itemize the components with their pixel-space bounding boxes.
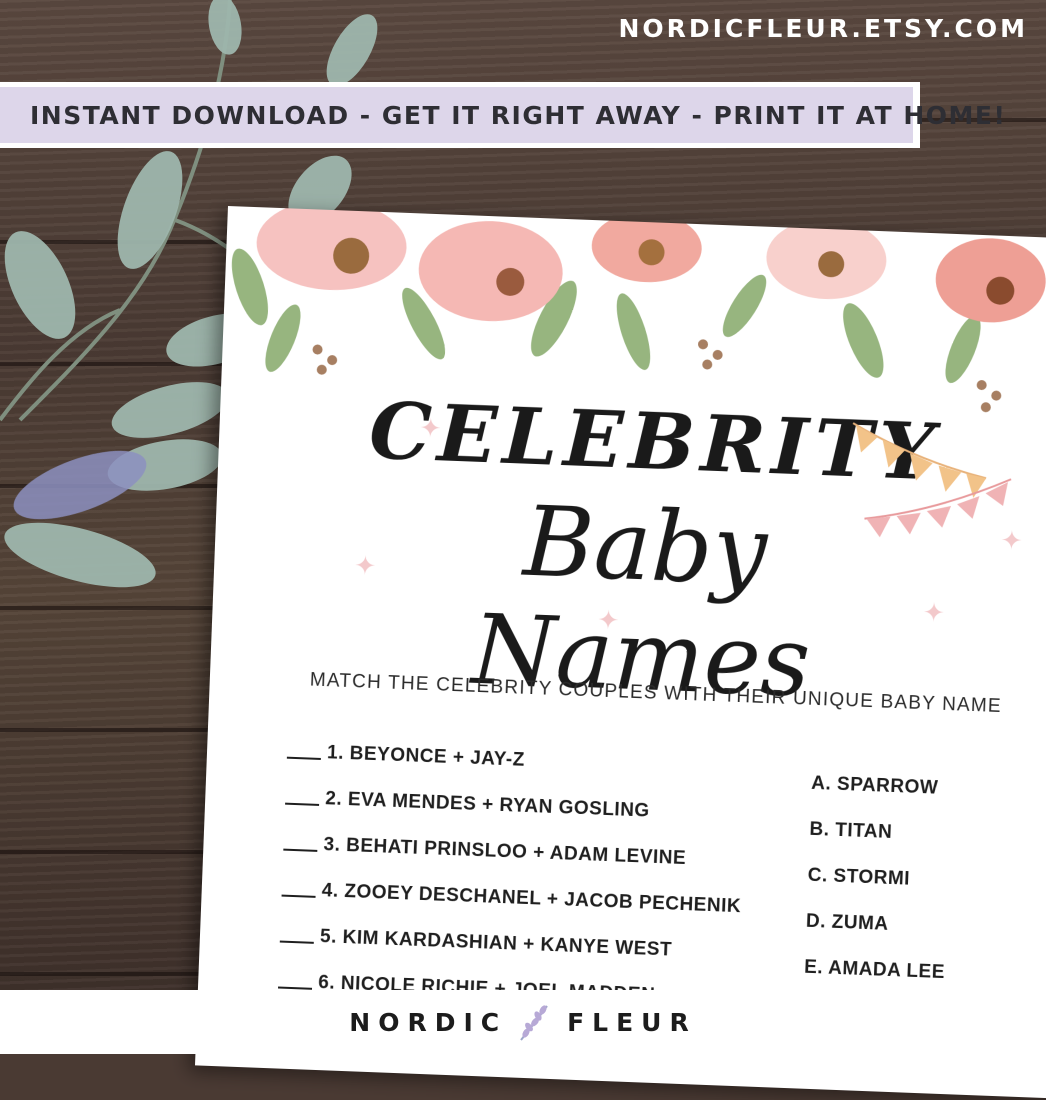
celebrity-couples-list: 1. BEYONCE + JAY-Z 2. EVA MENDES + RYAN … [277, 717, 788, 1012]
game-title: CELEBRITY Baby Names [359, 386, 942, 722]
brand-name-right: FLEUR [567, 1007, 697, 1037]
footer-brand-bar: NORDIC FLEUR [0, 990, 1046, 1054]
baby-name-item: C. STORMI [807, 864, 911, 890]
lavender-sprig-icon [520, 1005, 548, 1041]
baby-name-item: A. SPARROW [810, 772, 939, 799]
baby-name-item: E. AMADA LEE [803, 956, 946, 984]
star-decoration: ✦ [1000, 525, 1024, 557]
banner-strip: INSTANT DOWNLOAD - GET IT RIGHT AWAY - P… [0, 87, 1005, 143]
star-decoration: ✦ [596, 605, 620, 637]
watercolor-floral-header [231, 206, 1046, 413]
baby-name-item: D. ZUMA [805, 910, 889, 935]
star-decoration: ✦ [922, 597, 946, 629]
answer-blank-line [283, 848, 318, 852]
answer-blank-line [285, 802, 320, 806]
site-url: NORDICFLEUR.ETSY.COM [618, 14, 1028, 43]
answer-blank-line [281, 894, 316, 898]
brand-name-left: NORDIC [349, 1007, 508, 1037]
bunting-flags-decoration [852, 422, 1012, 538]
star-decoration: ✦ [353, 551, 377, 582]
instant-download-banner: INSTANT DOWNLOAD - GET IT RIGHT AWAY - P… [0, 82, 1005, 148]
printable-game-card: CELEBRITY Baby Names ✦ ✦ ✦ ✦ ✦ MATCH THE… [194, 206, 1046, 1100]
baby-name-item: B. TITAN [809, 818, 893, 843]
answer-blank-line [279, 940, 314, 944]
answer-blank-line [286, 756, 321, 760]
banner-text: INSTANT DOWNLOAD - GET IT RIGHT AWAY - P… [30, 100, 1007, 130]
star-decoration: ✦ [419, 413, 442, 445]
